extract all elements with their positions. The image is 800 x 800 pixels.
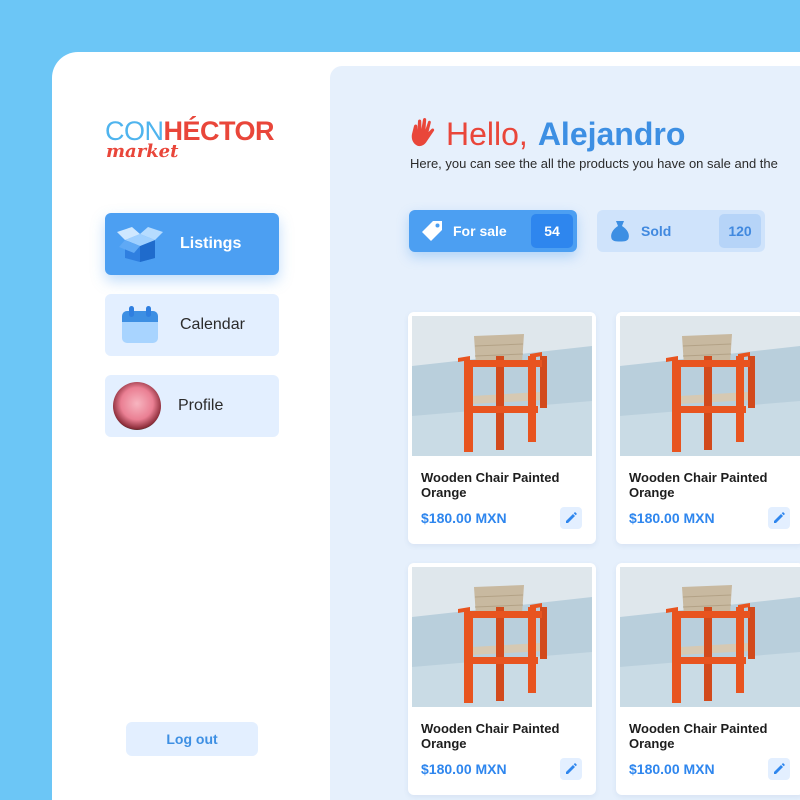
product-card[interactable]: Wooden Chair Painted Orange $180.00 MXN (616, 563, 800, 795)
greeting: Hello, Alejandro (410, 116, 685, 153)
edit-icon[interactable] (560, 507, 582, 529)
edit-icon[interactable] (768, 507, 790, 529)
sidebar-item-listings[interactable]: Listings (105, 213, 279, 275)
product-image (620, 316, 800, 456)
product-title: Wooden Chair Painted Orange (629, 470, 768, 500)
product-price: $180.00 MXN (421, 761, 507, 777)
for-sale-tab[interactable]: For sale 54 (409, 210, 577, 252)
hello-text: Hello, (446, 116, 528, 152)
product-card[interactable]: Wooden Chair Painted Orange $180.00 MXN (616, 312, 800, 544)
money-bag-icon (609, 220, 631, 242)
sidebar-item-label: Profile (178, 397, 224, 414)
brand-hector: HÉCTOR (163, 116, 275, 146)
tag-icon (421, 220, 443, 242)
product-price: $180.00 MXN (629, 761, 715, 777)
page-subtitle: Here, you can see the all the products y… (410, 156, 778, 171)
for-sale-count: 54 (531, 214, 573, 248)
product-image (620, 567, 800, 707)
product-price: $180.00 MXN (421, 510, 507, 526)
product-image (412, 316, 592, 456)
main-panel: Hello, Alejandro Here, you can see the a… (330, 66, 800, 800)
calendar-icon (115, 300, 165, 350)
edit-icon[interactable] (768, 758, 790, 780)
user-name: Alejandro (537, 116, 686, 152)
for-sale-label: For sale (453, 223, 507, 239)
sidebar-item-profile[interactable]: Profile (105, 375, 279, 437)
product-image (412, 567, 592, 707)
product-card[interactable]: Wooden Chair Painted Orange $180.00 MXN (408, 312, 596, 544)
box-icon (115, 219, 165, 269)
edit-icon[interactable] (560, 758, 582, 780)
sidebar-item-calendar[interactable]: Calendar (105, 294, 279, 356)
sold-count: 120 (719, 214, 761, 248)
sold-tab[interactable]: Sold 120 (597, 210, 765, 252)
brand-market: market (106, 141, 179, 162)
product-title: Wooden Chair Painted Orange (421, 721, 560, 751)
product-card[interactable]: Wooden Chair Painted Orange $180.00 MXN (408, 563, 596, 795)
sold-label: Sold (641, 223, 672, 239)
sidebar-item-label: Listings (180, 235, 242, 252)
product-price: $180.00 MXN (629, 510, 715, 526)
brand-logo[interactable]: CONHÉCTOR market (105, 116, 285, 166)
wave-hand-icon (410, 117, 436, 152)
logout-button[interactable]: Log out (126, 722, 258, 756)
app-window: CONHÉCTOR market Listings Calendar Profi… (52, 52, 800, 800)
avatar (113, 382, 161, 430)
product-title: Wooden Chair Painted Orange (421, 470, 560, 500)
product-title: Wooden Chair Painted Orange (629, 721, 768, 751)
sidebar-item-label: Calendar (180, 316, 245, 333)
